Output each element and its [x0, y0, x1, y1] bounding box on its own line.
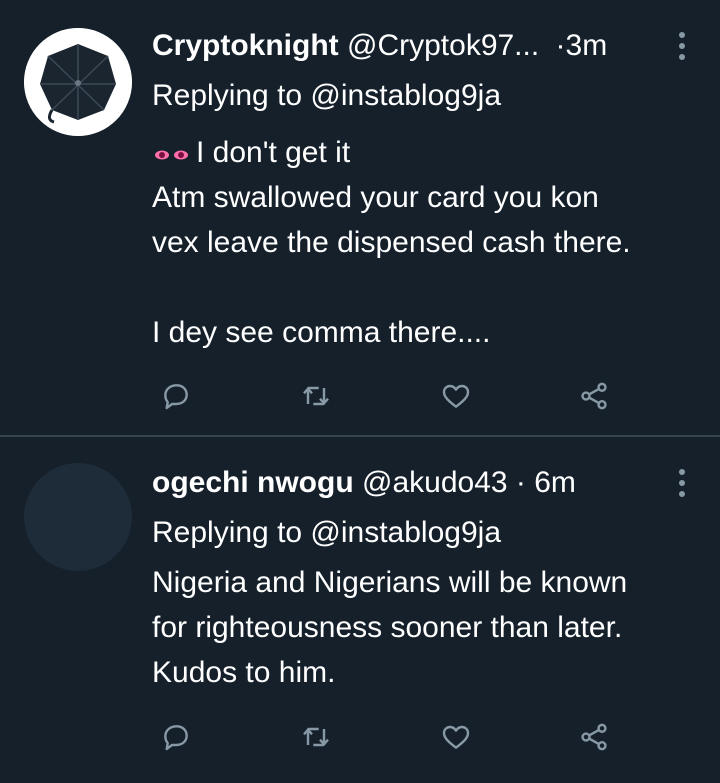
reply-icon [164, 384, 188, 410]
tweet-actions [150, 376, 630, 416]
eyes-emoji-icon [155, 150, 188, 160]
share-button[interactable] [574, 717, 614, 757]
tweet-text: I don't get it Atm swallowed your card y… [152, 130, 712, 355]
reply-icon [164, 725, 188, 751]
umbrella-icon [24, 28, 132, 136]
separator-dot: · [555, 29, 566, 62]
like-icon [442, 725, 470, 749]
display-name[interactable]: Cryptoknight [152, 29, 339, 62]
avatar[interactable] [24, 28, 132, 136]
display-name[interactable]: ogechi nwogu [152, 466, 354, 499]
tweet-actions [150, 717, 630, 757]
more-options-icon[interactable] [678, 32, 686, 62]
separator-dot: · [515, 466, 526, 499]
tweet-text-line-text: I don't get it [196, 136, 351, 169]
reply-button[interactable] [156, 717, 196, 757]
retweet-icon [303, 386, 329, 406]
replying-to-label[interactable]: Replying to @instablog9ja [152, 76, 501, 116]
tweet-text: Nigeria and Nigerians will be known for … [152, 560, 712, 695]
tweet-text-line: I don't get it [152, 130, 712, 175]
user-handle[interactable]: @Cryptok97... [347, 29, 539, 62]
retweet-button[interactable] [296, 717, 336, 757]
reply-button[interactable] [156, 376, 196, 416]
tweet[interactable]: ogechi nwogu @akudo43 · 6m Replying to @… [0, 437, 720, 783]
like-icon [442, 384, 470, 408]
tweet-text-line: Atm swallowed your card you kon [152, 181, 599, 214]
tweet-text-line: Nigeria and Nigerians will be known [152, 566, 628, 599]
like-button[interactable] [436, 717, 476, 757]
avatar[interactable] [24, 463, 132, 571]
share-button[interactable] [574, 376, 614, 416]
tweet-text-line: I dey see comma there.... [152, 316, 491, 349]
user-handle[interactable]: @akudo43 [362, 466, 508, 499]
share-icon [581, 382, 607, 410]
tweet-header: Cryptoknight @Cryptok97... ·3m [152, 26, 607, 66]
retweet-button[interactable] [296, 376, 336, 416]
tweet-header: ogechi nwogu @akudo43 · 6m [152, 463, 576, 503]
tweet-text-line: for righteousness sooner than later. [152, 611, 623, 644]
tweet-text-line: vex leave the dispensed cash there. [152, 226, 631, 259]
tweet[interactable]: Cryptoknight @Cryptok97... ·3m Replying … [0, 0, 720, 436]
retweet-icon [303, 727, 329, 747]
more-options-icon[interactable] [678, 469, 686, 499]
replying-to-label[interactable]: Replying to @instablog9ja [152, 513, 501, 553]
timestamp[interactable]: 3m [566, 29, 608, 62]
tweet-text-line: Kudos to him. [152, 656, 336, 689]
timestamp[interactable]: 6m [534, 466, 576, 499]
share-icon [581, 723, 607, 751]
like-button[interactable] [436, 376, 476, 416]
